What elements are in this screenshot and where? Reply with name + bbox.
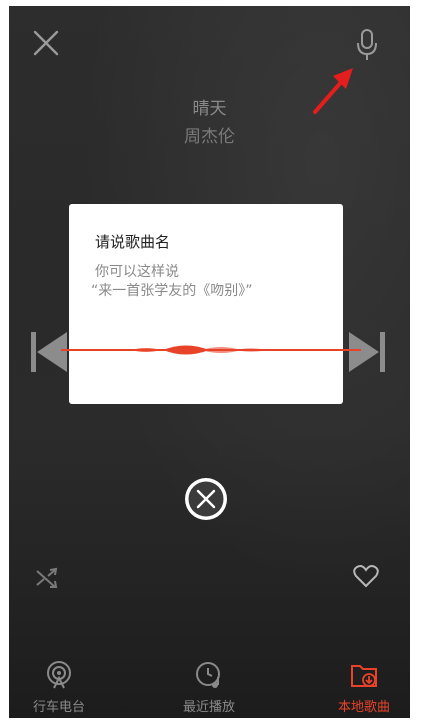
song-title: 晴天 xyxy=(192,99,227,119)
voice-waveform xyxy=(61,345,361,355)
dialog-title: 请说歌曲名 xyxy=(95,233,171,251)
tab-label: 最近播放 xyxy=(182,700,235,715)
dialog-hint-example: “来一首张学友的《吻别》” xyxy=(91,283,253,299)
voice-search-dialog: 请说歌曲名 你可以这样说 “来一首张学友的《吻别》” xyxy=(61,204,361,404)
cancel-icon[interactable] xyxy=(183,476,229,522)
voice-search-screen: 晴天 周杰伦 请说歌曲名 你可以这样说 “来一首张学友的《吻别》” 行车电台 最… xyxy=(9,6,410,718)
heart-icon[interactable] xyxy=(353,564,379,588)
song-artist: 周杰伦 xyxy=(184,127,235,147)
bottom-tab-bar: 行车电台 最近播放 本地歌曲 xyxy=(9,652,410,718)
radio-icon xyxy=(47,661,71,689)
tab-label: 本地歌曲 xyxy=(337,700,390,715)
tab-radio[interactable]: 行车电台 xyxy=(9,652,109,718)
folder-download-icon xyxy=(351,665,377,687)
tab-label: 行车电台 xyxy=(32,700,85,715)
dialog-hint: 你可以这样说 xyxy=(95,264,179,280)
shuffle-icon[interactable] xyxy=(35,566,59,590)
tab-local-songs[interactable]: 本地歌曲 xyxy=(314,652,410,718)
clock-music-icon xyxy=(196,662,220,688)
close-icon[interactable] xyxy=(31,28,61,58)
tab-recent[interactable]: 最近播放 xyxy=(159,652,259,718)
microphone-icon[interactable] xyxy=(355,28,379,62)
